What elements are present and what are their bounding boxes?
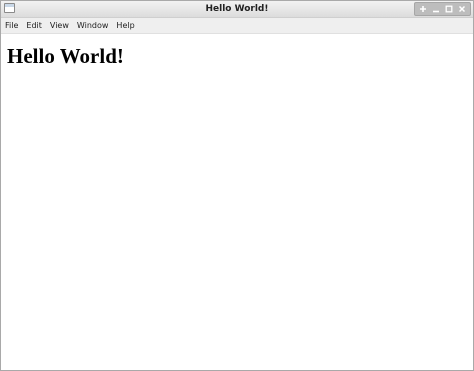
window-controls <box>414 2 471 16</box>
minimize-icon[interactable] <box>430 3 442 15</box>
menu-bar: File Edit View Window Help <box>1 18 473 34</box>
close-icon[interactable] <box>456 3 468 15</box>
page-content: Hello World! <box>1 34 473 370</box>
menu-window[interactable]: Window <box>77 19 109 33</box>
app-window: Hello World! File Edit View Window Help … <box>0 0 474 371</box>
pin-icon[interactable] <box>417 3 429 15</box>
maximize-icon[interactable] <box>443 3 455 15</box>
window-title: Hello World! <box>205 4 269 14</box>
menu-view[interactable]: View <box>50 19 69 33</box>
menu-file[interactable]: File <box>5 19 18 33</box>
menu-edit[interactable]: Edit <box>26 19 42 33</box>
menu-help[interactable]: Help <box>116 19 134 33</box>
page-heading: Hello World! <box>7 44 124 68</box>
title-bar[interactable]: Hello World! <box>1 1 473 18</box>
